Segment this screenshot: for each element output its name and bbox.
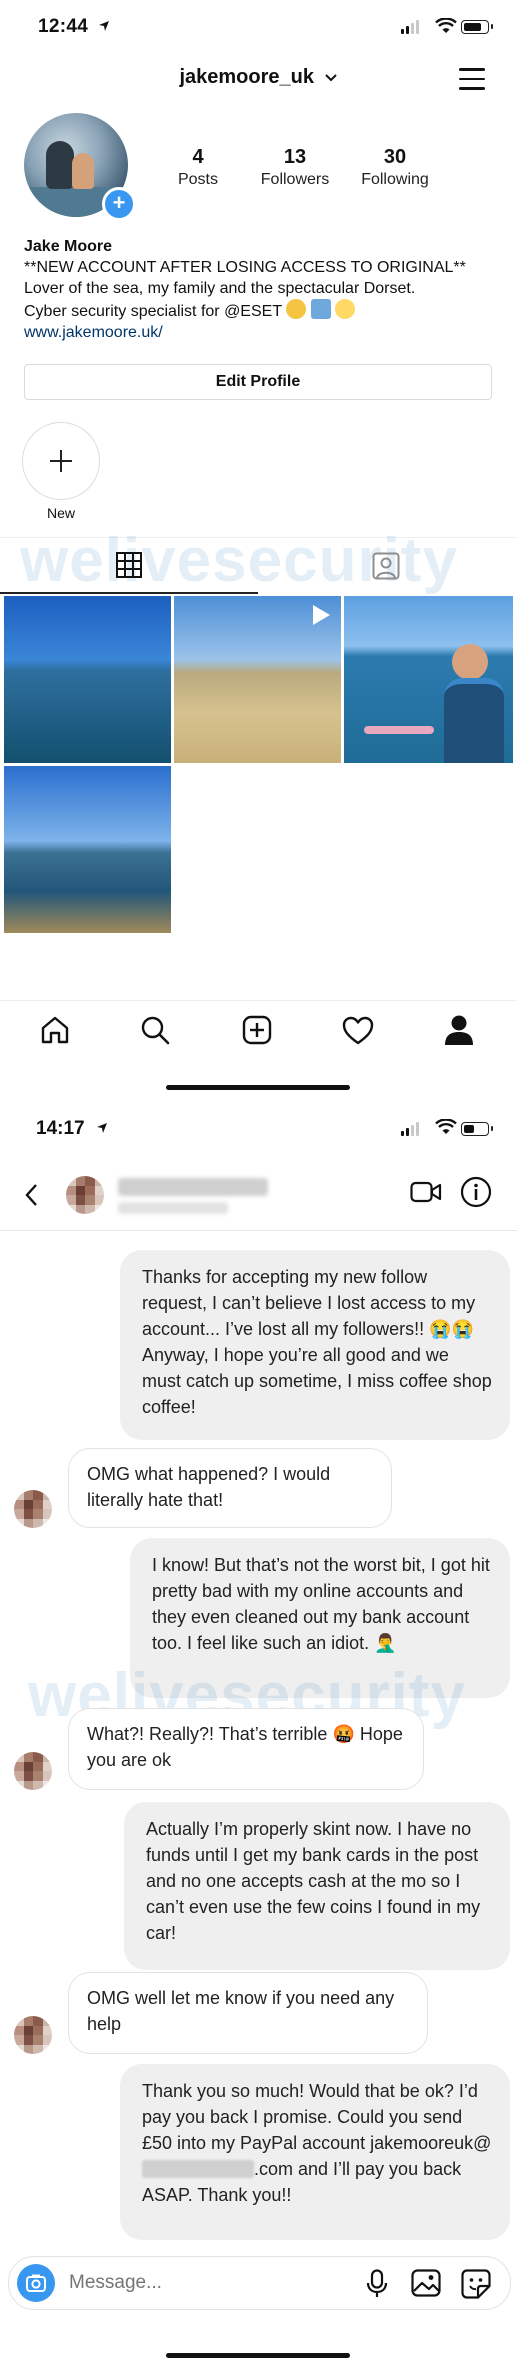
gallery-icon[interactable] bbox=[411, 2269, 441, 2297]
posts-stat[interactable]: 4 Posts bbox=[168, 146, 228, 189]
bio-line-3: Cyber security specialist for @ESET bbox=[24, 299, 504, 322]
message-bubble-incoming: OMG well let me know if you need any hel… bbox=[68, 1972, 428, 2054]
active-tab-underline bbox=[0, 592, 258, 594]
home-icon[interactable] bbox=[40, 1015, 70, 1045]
back-chevron-icon[interactable] bbox=[24, 1183, 38, 1207]
bio-line-2: Lover of the sea, my family and the spec… bbox=[24, 280, 416, 297]
grid-photo-2[interactable] bbox=[174, 596, 341, 763]
message-bubble-outgoing: Actually I’m properly skint now. I have … bbox=[124, 1802, 510, 1970]
message-bubble-incoming: What?! Really?! That’s terrible 🤬 Hope y… bbox=[68, 1708, 424, 1790]
message-bubble-incoming: OMG what happened? I would literally hat… bbox=[68, 1448, 392, 1528]
grid-view-icon[interactable] bbox=[116, 552, 142, 578]
wave-emoji-icon bbox=[310, 299, 331, 319]
followers-stat[interactable]: 13 Followers bbox=[250, 146, 340, 189]
message-bubble-outgoing-last: Thank you so much! Would that be ok? I’d… bbox=[120, 2064, 510, 2240]
grid-photo-3[interactable] bbox=[344, 596, 513, 763]
dm-signal-icon bbox=[401, 1122, 419, 1136]
contact-username-redacted bbox=[118, 1202, 228, 1214]
posts-count: 4 bbox=[192, 146, 204, 168]
camera-icon bbox=[26, 2274, 46, 2292]
sender-avatar-blurred bbox=[14, 1490, 52, 1528]
bio-line-3-text: Cyber security specialist for @ESET bbox=[24, 303, 282, 320]
new-post-icon[interactable] bbox=[242, 1015, 272, 1045]
tagged-photos-icon[interactable] bbox=[372, 552, 400, 580]
add-story-plus-icon[interactable]: + bbox=[102, 187, 136, 221]
signal-icon bbox=[401, 20, 419, 34]
dm-wifi-icon bbox=[435, 1119, 457, 1134]
camera-button[interactable] bbox=[17, 2264, 55, 2302]
new-highlight-label: New bbox=[46, 505, 75, 521]
contact-avatar-blurred[interactable] bbox=[66, 1176, 104, 1214]
microphone-icon[interactable] bbox=[365, 2269, 389, 2299]
grid-photo-4[interactable] bbox=[4, 766, 171, 933]
bio-website-link[interactable]: www.jakemoore.uk/ bbox=[24, 322, 504, 343]
location-arrow-icon bbox=[99, 21, 109, 31]
grid-photo-1[interactable] bbox=[4, 596, 171, 763]
following-count: 30 bbox=[383, 146, 407, 168]
video-play-icon bbox=[313, 605, 330, 625]
video-call-icon[interactable] bbox=[410, 1180, 442, 1204]
status-bar: 12:44 bbox=[0, 0, 517, 55]
following-stat[interactable]: 30 Following bbox=[350, 146, 440, 189]
followers-count: 13 bbox=[283, 146, 307, 168]
info-icon[interactable] bbox=[460, 1176, 492, 1208]
contact-name-redacted bbox=[118, 1178, 268, 1196]
menu-icon[interactable] bbox=[459, 68, 485, 97]
last-message-part-1: Thank you so much! Would that be ok? I’d… bbox=[142, 2081, 492, 2153]
profile-name: Jake Moore bbox=[24, 238, 113, 255]
bio-line-1: **NEW ACCOUNT AFTER LOSING ACCESS TO ORI… bbox=[24, 259, 466, 276]
username-text: jakemoore_uk bbox=[179, 66, 314, 88]
profile-icon[interactable] bbox=[444, 1014, 474, 1046]
new-highlight-button[interactable] bbox=[22, 422, 100, 500]
wifi-icon bbox=[435, 18, 457, 33]
message-composer[interactable] bbox=[8, 2256, 511, 2310]
message-input[interactable] bbox=[67, 2267, 351, 2299]
chevron-down-icon bbox=[324, 74, 337, 82]
sender-avatar-blurred bbox=[14, 2016, 52, 2054]
sun-emoji-icon bbox=[335, 299, 356, 319]
profile-screen: 12:44 jakemoore_uk + 4 Posts 13 Follower… bbox=[0, 0, 517, 1100]
profile-bio: Jake Moore **NEW ACCOUNT AFTER LOSING AC… bbox=[24, 236, 504, 343]
home-indicator bbox=[166, 1085, 350, 1090]
dm-location-arrow-icon bbox=[97, 1123, 107, 1133]
search-icon[interactable] bbox=[140, 1015, 170, 1045]
email-domain-redacted bbox=[142, 2160, 254, 2178]
dm-header-divider bbox=[0, 1230, 517, 1231]
dm-battery-icon bbox=[461, 1122, 493, 1136]
dm-status-time: 14:17 bbox=[36, 1118, 85, 1139]
sunglasses-emoji-icon bbox=[286, 299, 307, 319]
dm-home-indicator bbox=[166, 2353, 350, 2358]
profile-username-switcher[interactable]: jakemoore_uk bbox=[0, 66, 517, 89]
followers-label: Followers bbox=[260, 171, 330, 188]
posts-label: Posts bbox=[177, 171, 218, 188]
sender-avatar-blurred bbox=[14, 1752, 52, 1790]
battery-icon bbox=[461, 20, 493, 34]
sticker-icon[interactable] bbox=[461, 2269, 491, 2299]
bottom-nav-bar bbox=[0, 1000, 517, 1061]
following-label: Following bbox=[361, 171, 429, 188]
message-bubble-outgoing: Thanks for accepting my new follow reque… bbox=[120, 1250, 510, 1440]
status-time: 12:44 bbox=[38, 16, 89, 37]
heart-icon[interactable] bbox=[342, 1016, 374, 1046]
edit-profile-button[interactable]: Edit Profile bbox=[24, 364, 492, 400]
